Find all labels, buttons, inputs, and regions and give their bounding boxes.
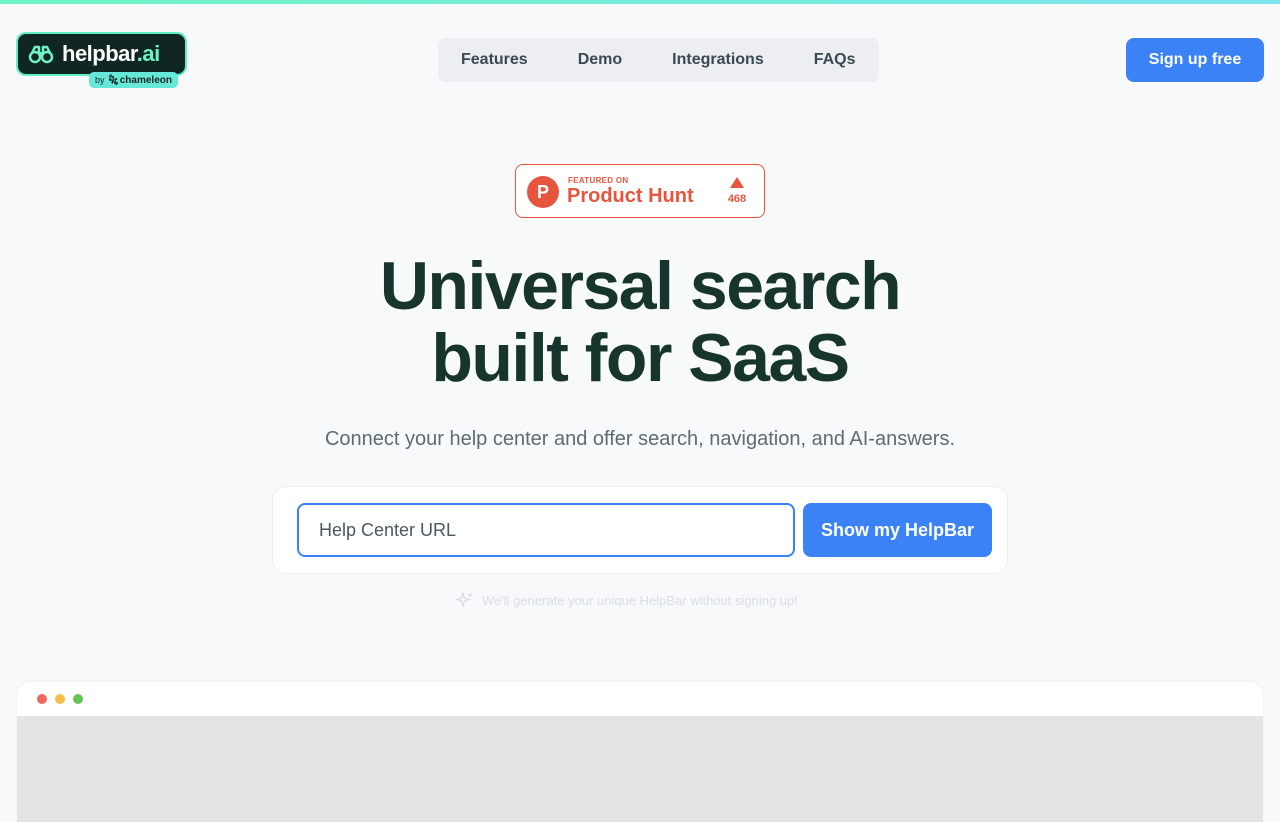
product-hunt-logo-icon: P <box>527 176 559 208</box>
logo-text: helpbar.ai <box>62 41 160 66</box>
help-center-url-input[interactable] <box>297 503 795 557</box>
nav-item-faqs[interactable]: FAQs <box>790 38 879 82</box>
nav-item-demo[interactable]: Demo <box>554 38 646 82</box>
helpbar-logo[interactable]: helpbar.ai <box>18 34 185 74</box>
binoculars-icon <box>28 45 54 64</box>
upvote-arrow-icon <box>730 177 744 188</box>
product-hunt-badge[interactable]: P FEATURED ON Product Hunt 468 <box>515 164 765 218</box>
ph-name: Product Hunt <box>567 185 694 207</box>
main-nav: Features Demo Integrations FAQs <box>438 38 879 82</box>
by-chameleon-badge: by 🦎︎chameleon <box>89 72 178 88</box>
preview-content-area <box>17 716 1263 822</box>
url-form: Show my HelpBar <box>272 486 1008 574</box>
nav-item-features[interactable]: Features <box>438 38 551 82</box>
top-accent-strip <box>0 0 1280 4</box>
nav-item-integrations[interactable]: Integrations <box>649 38 787 82</box>
browser-preview-window <box>17 682 1263 822</box>
generate-note-text: We'll generate your unique HelpBar witho… <box>482 592 798 608</box>
window-close-dot <box>37 694 47 704</box>
generate-note: We'll generate your unique HelpBar witho… <box>456 591 798 609</box>
hero-title-line2: built for SaaS <box>431 320 850 396</box>
window-minimize-dot <box>55 694 65 704</box>
ph-featured-label: FEATURED ON <box>568 176 629 185</box>
signup-button[interactable]: Sign up free <box>1126 38 1264 82</box>
window-maximize-dot <box>73 694 83 704</box>
sparkle-icon <box>456 591 473 609</box>
hero-title: Universal search built for SaaS <box>240 250 1040 394</box>
ph-vote-count: 468 <box>727 193 747 205</box>
hero-subtitle: Connect your help center and offer searc… <box>324 428 955 450</box>
hero-title-line1: Universal search <box>379 248 902 324</box>
chameleon-icon: 🦎︎ <box>107 75 120 86</box>
show-my-helpbar-button[interactable]: Show my HelpBar <box>803 503 992 557</box>
